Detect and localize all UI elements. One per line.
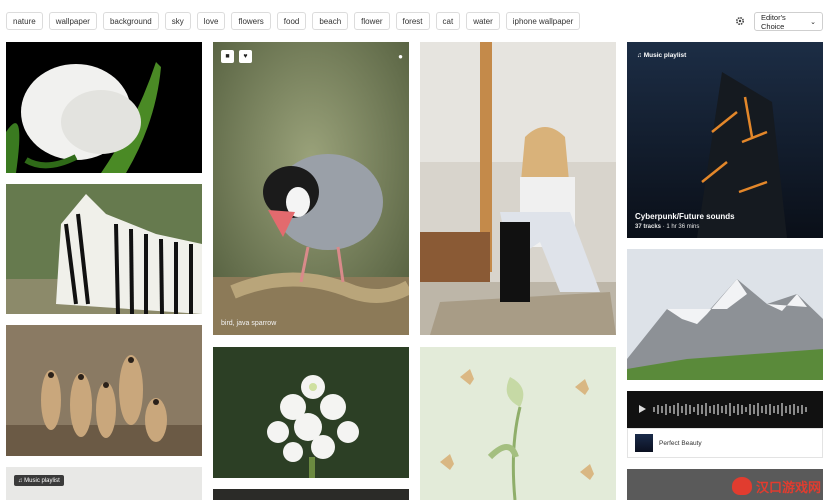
playlist-title: Cyberpunk/Future sounds xyxy=(635,212,735,221)
butterflies-image[interactable] xyxy=(420,347,616,500)
tag-wallpaper[interactable]: wallpaper xyxy=(48,12,97,30)
tag-iphone-wallpaper[interactable]: iphone wallpaper xyxy=(505,12,581,30)
bookmark-icon[interactable]: ■ xyxy=(221,50,234,63)
tulip-image[interactable] xyxy=(6,42,202,173)
tag-water[interactable]: water xyxy=(466,12,500,30)
playlist-duration: 1 hr 36 mins xyxy=(666,224,700,230)
track-name: Perfect Beauty xyxy=(659,439,702,447)
tag-flower[interactable]: flower xyxy=(354,12,390,30)
music-playlist-tile[interactable]: ♫ Music playlist xyxy=(6,467,202,500)
mini-playlist-label: Music playlist xyxy=(24,477,60,484)
dark-image-partial[interactable] xyxy=(213,489,409,500)
tag-bar: nature wallpaper background sky love flo… xyxy=(6,12,581,30)
gear-icon[interactable] xyxy=(731,13,749,29)
tag-cat[interactable]: cat xyxy=(435,12,461,30)
play-icon xyxy=(639,405,646,413)
playlist-tracks: 37 tracks xyxy=(635,224,662,230)
heart-icon[interactable]: ♥ xyxy=(239,50,252,63)
sort-dropdown[interactable]: Editor's Choice ⌄ xyxy=(754,12,823,31)
sort-label: Editor's Choice xyxy=(761,12,786,31)
tag-beach[interactable]: beach xyxy=(312,12,349,30)
watermark-logo-icon xyxy=(732,477,752,495)
tag-forest[interactable]: forest xyxy=(395,12,430,30)
cyberpunk-playlist-tile[interactable]: ♫ Music playlist Cyberpunk/Future sounds… xyxy=(627,42,823,238)
woman-sitting-image[interactable] xyxy=(420,42,616,335)
tag-nature[interactable]: nature xyxy=(6,12,43,30)
meerkats-image[interactable] xyxy=(6,325,202,456)
track-thumbnail xyxy=(635,434,653,452)
sparrow-image[interactable]: ■ ♥ ● bird, java sparrow xyxy=(213,42,409,335)
mini-playlist-badge: ♫ Music playlist xyxy=(14,475,64,486)
white-flower-image[interactable] xyxy=(213,347,409,478)
watermark-text: 汉口游戏网 xyxy=(756,479,822,495)
tag-sky[interactable]: sky xyxy=(164,12,191,30)
music-note-icon: ♫ xyxy=(637,52,644,59)
image-caption: bird, java sparrow xyxy=(221,320,277,327)
playlist-label: Music playlist xyxy=(643,52,687,59)
playlist-meta: 37 tracks · 1 hr 36 mins xyxy=(635,224,699,230)
page: nature wallpaper background sky love flo… xyxy=(0,0,835,500)
watermark: 汉口游戏网 xyxy=(732,474,832,498)
chevron-down-icon: ⌄ xyxy=(810,18,816,26)
tag-food[interactable]: food xyxy=(276,12,307,30)
tag-background[interactable]: background xyxy=(102,12,159,30)
audio-player[interactable] xyxy=(627,391,823,428)
zebra-image[interactable] xyxy=(6,184,202,314)
audio-track-row[interactable]: Perfect Beauty xyxy=(627,428,823,458)
user-icon[interactable]: ● xyxy=(398,52,403,61)
mountain-image[interactable] xyxy=(627,249,823,380)
tag-love[interactable]: love xyxy=(196,12,226,30)
tag-flowers[interactable]: flowers xyxy=(231,12,271,30)
playlist-badge: ♫ Music playlist xyxy=(637,52,686,59)
